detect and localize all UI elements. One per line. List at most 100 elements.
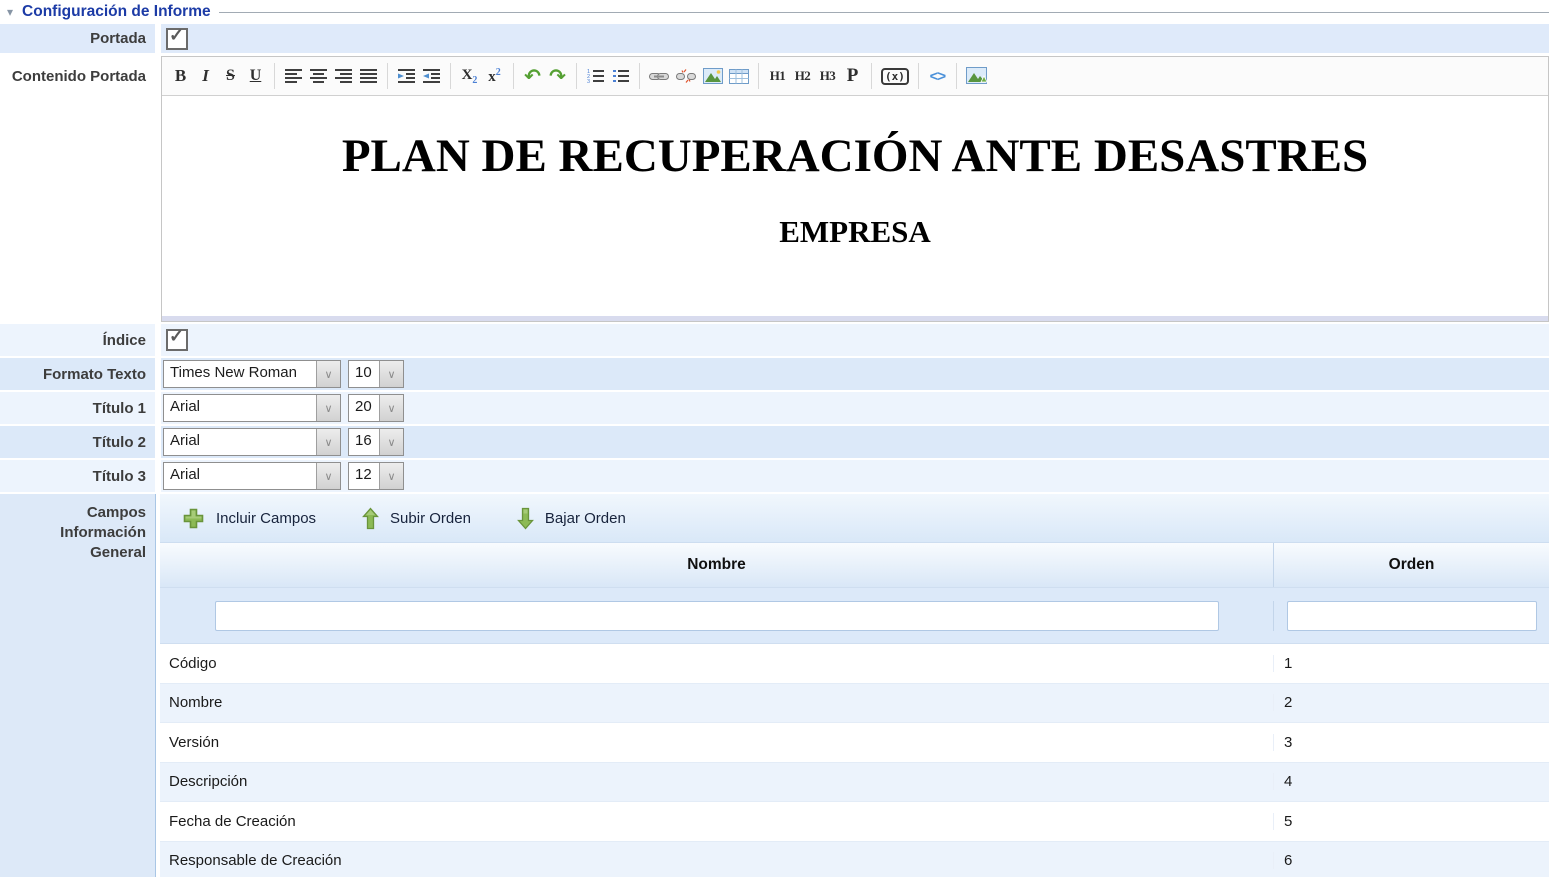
row-indice: Índice ✓ <box>0 324 1549 358</box>
ordered-list-button[interactable]: 123 <box>583 62 608 90</box>
table-icon <box>729 69 749 84</box>
collapse-arrow-icon[interactable]: ▾ <box>7 6 13 18</box>
bold-button[interactable]: B <box>168 62 193 90</box>
document-title: PLAN DE RECUPERACIÓN ANTE DESASTRES <box>162 129 1548 183</box>
formato-size-select[interactable]: 10 ∨ <box>348 360 404 388</box>
campos-label-line: Campos <box>60 503 146 523</box>
table-row[interactable]: Descripción 4 <box>160 763 1549 803</box>
table-row[interactable]: Fecha de Creación 5 <box>160 802 1549 842</box>
image-icon <box>703 68 723 84</box>
chevron-down-icon[interactable]: ∨ <box>379 361 403 387</box>
chevron-down-icon[interactable]: ∨ <box>379 463 403 489</box>
check-icon: ✓ <box>169 326 184 347</box>
unlink-icon <box>675 69 697 83</box>
align-center-button[interactable] <box>306 62 331 90</box>
align-center-icon <box>310 69 327 83</box>
h2-button[interactable]: H2 <box>790 62 815 90</box>
align-right-button[interactable] <box>331 62 356 90</box>
superscript-icon: x2 <box>488 67 501 86</box>
row-titulo-1: Título 1 Arial ∨ 20 ∨ <box>0 392 1549 426</box>
toolbar-separator <box>274 63 275 89</box>
editor-content[interactable]: PLAN DE RECUPERACIÓN ANTE DESASTRES EMPR… <box>162 96 1548 316</box>
align-left-button[interactable] <box>281 62 306 90</box>
subscript-button[interactable]: X2 <box>457 62 482 90</box>
incluir-campos-button[interactable]: Incluir Campos <box>176 506 322 531</box>
paragraph-button[interactable]: P <box>840 62 865 90</box>
portada-checkbox[interactable]: ✓ <box>166 28 188 50</box>
formato-font-value: Times New Roman <box>164 361 316 387</box>
image-button[interactable] <box>700 62 726 90</box>
unlink-button[interactable] <box>672 62 700 90</box>
row-titulo-3: Título 3 Arial ∨ 12 ∨ <box>0 460 1549 494</box>
column-header-orden[interactable]: Orden <box>1274 543 1549 587</box>
toolbar-separator <box>758 63 759 89</box>
column-header-nombre[interactable]: Nombre <box>160 543 1274 587</box>
titulo-3-font-select[interactable]: Arial ∨ <box>163 462 341 490</box>
cell-nombre: Descripción <box>160 773 1274 790</box>
subir-orden-button[interactable]: Subir Orden <box>356 506 477 531</box>
strikethrough-button[interactable]: S <box>218 62 243 90</box>
plus-icon <box>182 507 205 530</box>
row-formato-texto: Formato Texto Times New Roman ∨ 10 ∨ <box>0 358 1549 392</box>
chevron-down-icon[interactable]: ∨ <box>316 463 340 489</box>
chevron-down-icon[interactable]: ∨ <box>316 429 340 455</box>
titulo-1-label: Título 1 <box>0 392 161 424</box>
formato-font-select[interactable]: Times New Roman ∨ <box>163 360 341 388</box>
campos-label-line: Información <box>60 523 146 543</box>
align-justify-button[interactable] <box>356 62 381 90</box>
titulo-2-size-value: 16 <box>349 429 379 455</box>
outdent-button[interactable] <box>419 62 444 90</box>
image-upload-button[interactable] <box>963 62 991 90</box>
cell-nombre: Nombre <box>160 694 1274 711</box>
arrow-down-icon <box>517 507 534 530</box>
table-row[interactable]: Código 1 <box>160 644 1549 684</box>
unordered-list-button[interactable] <box>608 62 633 90</box>
redo-button[interactable]: ↷ <box>545 62 570 90</box>
toolbar-separator <box>513 63 514 89</box>
titulo-2-font-select[interactable]: Arial ∨ <box>163 428 341 456</box>
svg-text:3: 3 <box>587 79 590 84</box>
titulo-1-font-select[interactable]: Arial ∨ <box>163 394 341 422</box>
toolbar-separator <box>871 63 872 89</box>
table-row[interactable]: Nombre 2 <box>160 684 1549 724</box>
cell-orden: 1 <box>1274 655 1549 672</box>
editor-resize-bar[interactable] <box>162 316 1548 321</box>
image-upload-icon <box>966 67 988 85</box>
titulo-2-font-value: Arial <box>164 429 316 455</box>
chevron-down-icon[interactable]: ∨ <box>379 395 403 421</box>
table-row[interactable]: Responsable de Creación 6 <box>160 842 1549 877</box>
bajar-orden-button[interactable]: Bajar Orden <box>511 506 632 531</box>
h1-button[interactable]: H1 <box>765 62 790 90</box>
indice-checkbox[interactable]: ✓ <box>166 329 188 351</box>
titulo-2-size-select[interactable]: 16 ∨ <box>348 428 404 456</box>
chevron-down-icon[interactable]: ∨ <box>316 395 340 421</box>
undo-button[interactable]: ↶ <box>520 62 545 90</box>
campos-label-line: General <box>60 543 146 563</box>
toolbar-separator <box>387 63 388 89</box>
chevron-down-icon[interactable]: ∨ <box>316 361 340 387</box>
chevron-down-icon[interactable]: ∨ <box>379 429 403 455</box>
table-row[interactable]: Versión 3 <box>160 723 1549 763</box>
macro-button[interactable]: (x) <box>878 62 912 90</box>
italic-button[interactable]: I <box>193 62 218 90</box>
redo-icon: ↷ <box>549 66 566 86</box>
titulo-1-size-select[interactable]: 20 ∨ <box>348 394 404 422</box>
table-button[interactable] <box>726 62 752 90</box>
underline-button[interactable]: U <box>243 62 268 90</box>
indent-button[interactable] <box>394 62 419 90</box>
paragraph-icon: P <box>847 65 859 87</box>
titulo-3-size-select[interactable]: 12 ∨ <box>348 462 404 490</box>
orden-filter-input[interactable] <box>1287 601 1537 631</box>
source-code-button[interactable]: <> <box>925 62 950 90</box>
cell-orden: 2 <box>1274 694 1549 711</box>
indent-icon <box>397 69 416 83</box>
cell-nombre: Responsable de Creación <box>160 852 1274 869</box>
cell-orden: 5 <box>1274 813 1549 830</box>
superscript-button[interactable]: x2 <box>482 62 507 90</box>
h1-icon: H1 <box>770 68 786 84</box>
nombre-filter-input[interactable] <box>215 601 1219 631</box>
rich-text-editor: B I S U <box>161 56 1549 322</box>
h3-button[interactable]: H3 <box>815 62 840 90</box>
link-button[interactable] <box>646 62 672 90</box>
panel-title: Configuración de Informe <box>22 3 211 21</box>
